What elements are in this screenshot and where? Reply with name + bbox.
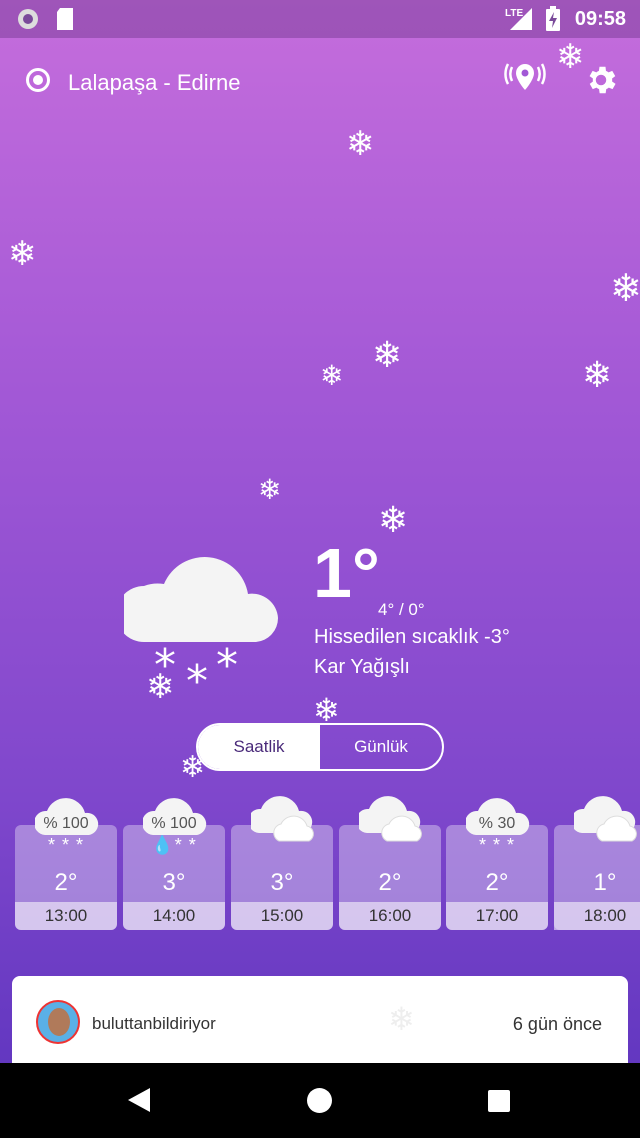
snowflake-icon: ❄	[258, 474, 282, 505]
svg-text:*: *	[216, 640, 238, 690]
current-temperature: 1°	[313, 534, 380, 612]
recent-apps-icon[interactable]	[488, 1090, 510, 1112]
avatar[interactable]	[36, 1000, 80, 1044]
cloudy-icon	[251, 796, 314, 842]
location-name[interactable]: Lalapaşa - Edirne	[68, 70, 240, 96]
location-pin-icon[interactable]	[503, 62, 547, 98]
snowflake-icon: ❄	[610, 268, 640, 310]
snowflake-icon: ❄	[582, 354, 613, 395]
snowflake-icon: ❄	[556, 38, 585, 76]
snowflake-icon: ❄	[346, 125, 375, 163]
forecast-mode-toggle: Saatlik Günlük	[196, 723, 444, 771]
snowflake-icon: ❄	[388, 1001, 415, 1037]
sleet-drops-icon: 💧* *	[151, 835, 197, 855]
snowflake-icon: ❄	[372, 334, 403, 375]
hourly-temp: 3°	[162, 869, 186, 896]
snow-dots-icon: * * *	[47, 835, 85, 855]
post-card[interactable]: buluttanbildiriyor 6 gün önce	[12, 976, 628, 1076]
tab-daily[interactable]: Günlük	[320, 725, 442, 769]
hourly-temp: 2°	[485, 869, 509, 896]
gear-icon[interactable]	[583, 62, 619, 98]
status-bar: LTE 09:58	[0, 0, 640, 38]
cloud-snow-icon: * * *	[124, 557, 279, 690]
hourly-time: 13:00	[15, 902, 117, 930]
precip-chance: % 30	[478, 815, 516, 832]
signal-icon	[510, 8, 532, 30]
hourly-card[interactable]: 2° 16:00	[339, 796, 441, 930]
precip-chance: % 100	[43, 815, 89, 832]
hourly-temp: 3°	[270, 869, 294, 896]
post-username[interactable]: buluttanbildiriyor	[92, 1014, 216, 1034]
hourly-temp: 2°	[378, 869, 402, 896]
location-radio-icon[interactable]	[26, 68, 50, 92]
feels-like-temperature: Hissedilen sıcaklık -3°	[314, 626, 510, 648]
precip-chance: % 100	[151, 815, 197, 832]
hourly-temp: 2°	[54, 869, 78, 896]
hourly-card[interactable]: 1° 18:00	[554, 796, 640, 930]
svg-text:*: *	[154, 640, 176, 690]
hourly-time: 17:00	[446, 902, 548, 930]
battery-charging-icon	[546, 6, 560, 31]
snowflake-icon: ❄	[378, 499, 409, 540]
hourly-time: 16:00	[339, 902, 441, 930]
hourly-time: 18:00	[554, 902, 640, 930]
sd-card-icon	[57, 8, 73, 30]
cloudy-icon	[574, 796, 637, 842]
post-time-ago: 6 gün önce	[512, 1014, 602, 1034]
min-max-temperature: 4° / 0°	[378, 600, 425, 619]
snowflake-icon: ❄	[8, 235, 37, 273]
hourly-time: 14:00	[123, 902, 225, 930]
hourly-card[interactable]: % 30 * * * 2° 17:00	[446, 798, 548, 930]
hourly-temp: 1°	[593, 869, 617, 896]
snow-dots-icon: * * *	[478, 835, 516, 855]
back-icon[interactable]	[128, 1088, 150, 1112]
snowflake-icon: ❄	[313, 692, 340, 728]
hourly-card[interactable]: % 100 * * * 2° 13:00	[15, 798, 117, 930]
cloudy-icon	[359, 796, 422, 842]
snowflake-icon: ❄	[320, 360, 344, 391]
hourly-card[interactable]: 3° 15:00	[231, 796, 333, 930]
hourly-card[interactable]: % 100 💧* * 3° 14:00	[123, 798, 225, 930]
weather-condition: Kar Yağışlı	[314, 656, 410, 678]
notification-circle-icon	[18, 9, 38, 29]
tab-hourly[interactable]: Saatlik	[198, 725, 320, 769]
hourly-time: 15:00	[231, 902, 333, 930]
svg-text:*: *	[186, 656, 208, 690]
clock: 09:58	[574, 8, 626, 30]
home-icon[interactable]	[307, 1088, 332, 1113]
